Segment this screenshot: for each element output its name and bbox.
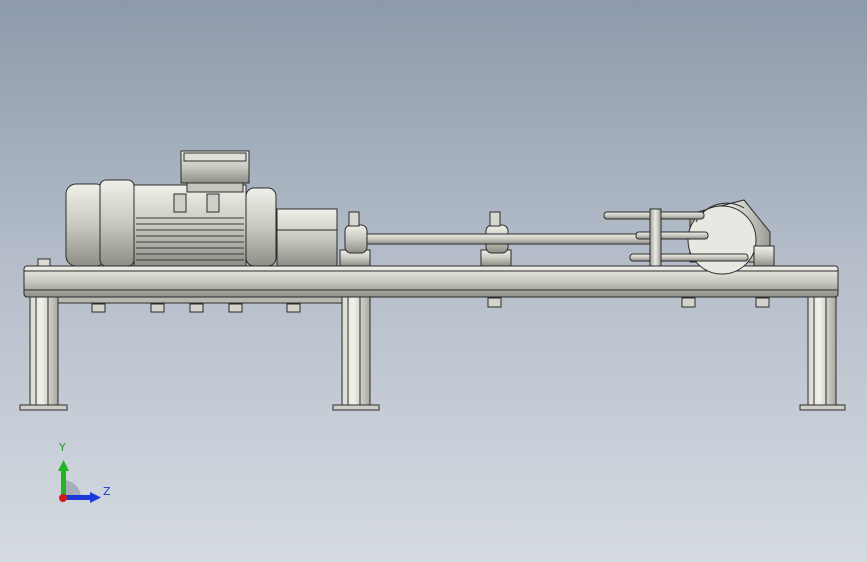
coordinate-triad xyxy=(58,460,101,503)
y-axis-label: Y xyxy=(59,441,66,454)
electric-motor xyxy=(65,150,277,267)
cad-viewport[interactable]: Y Z xyxy=(0,0,867,562)
x-axis-origin xyxy=(59,494,67,502)
coupling-housing xyxy=(276,208,338,267)
z-axis-label: Z xyxy=(103,485,111,498)
drive-shaft xyxy=(366,233,654,245)
z-axis-arrow xyxy=(63,495,91,500)
frame-legs xyxy=(19,296,846,411)
pump-assembly-model[interactable] xyxy=(0,0,867,562)
y-axis-arrow xyxy=(61,470,66,498)
bearing-block-1 xyxy=(339,211,371,267)
